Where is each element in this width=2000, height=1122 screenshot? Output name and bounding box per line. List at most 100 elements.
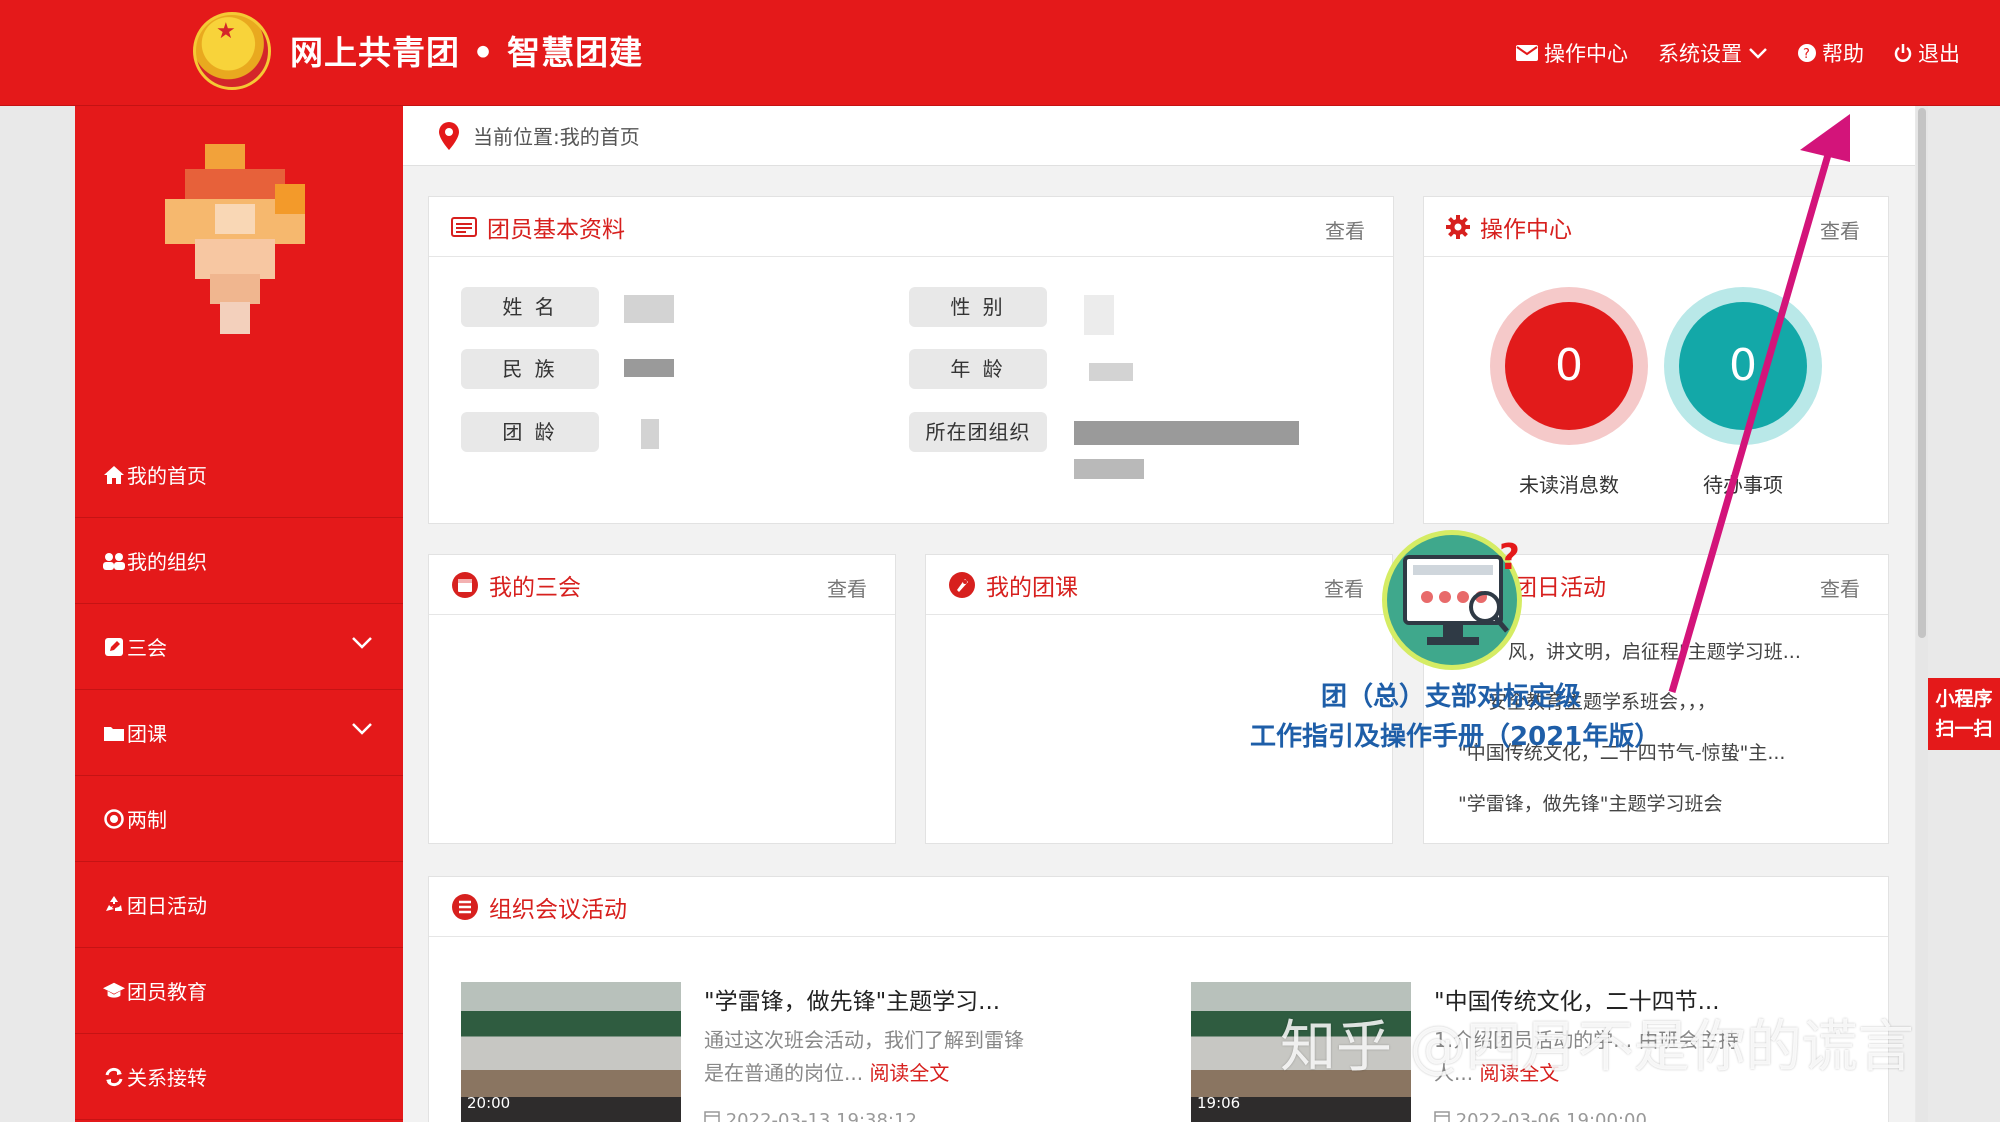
app-title: 网上共青团 • 智慧团建 <box>290 33 644 72</box>
scrollbar-thumb[interactable] <box>1918 108 1926 638</box>
nav-operation-center-label: 操作中心 <box>1544 42 1628 66</box>
mini-program-line1: 小程序 <box>1935 688 1993 710</box>
thumbnail-time: 20:00 <box>467 1094 511 1112</box>
sidebar-item-label: 团日活动 <box>127 894 207 918</box>
unread-messages-circle[interactable]: 0 <box>1490 287 1648 445</box>
league-age-value-redacted <box>641 419 659 449</box>
sidebar: 我的首页 我的组织 三会 团课 两制 团日活动 团员教育 关系接转 <box>75 106 403 1122</box>
location-pin-icon <box>439 121 459 150</box>
nav-logout[interactable]: 退出 <box>1894 38 1960 68</box>
nav-help[interactable]: ? 帮助 <box>1798 38 1864 68</box>
id-card-icon <box>451 216 477 237</box>
sidebar-item-sanhui[interactable]: 三会 <box>75 604 403 690</box>
meeting-description-text: 通过这次班会活动，我们了解到雷锋是在普通的岗位... <box>704 1028 1024 1085</box>
todo-count: 0 <box>1679 302 1807 430</box>
tuanke-view-link[interactable]: 查看 <box>1324 573 1364 602</box>
calendar-icon <box>451 571 479 599</box>
sanhui-panel: 我的三会 查看 <box>428 554 896 844</box>
tuanri-panel-title: 团日活动 <box>1514 574 1606 601</box>
operation-panel-title: 操作中心 <box>1480 216 1572 243</box>
name-value-redacted <box>624 295 674 323</box>
todo-items-circle[interactable]: 0 <box>1664 287 1822 445</box>
sidebar-item-transfer[interactable]: 关系接转 <box>75 1034 403 1120</box>
ethnicity-label: 民 族 <box>461 349 599 389</box>
sanhui-view-link[interactable]: 查看 <box>827 573 867 602</box>
sidebar-item-education[interactable]: 团员教育 <box>75 948 403 1034</box>
mini-program-line2: 扫一扫 <box>1935 718 1993 740</box>
age-value-redacted <box>1089 363 1133 381</box>
meeting-date-text: 2022-03-13 19:38:12 <box>725 1110 917 1122</box>
operation-view-link[interactable]: 查看 <box>1820 215 1860 244</box>
meeting-title[interactable]: "学雷锋，做先锋"主题学习... <box>704 982 1000 1016</box>
svg-text:?: ? <box>1499 537 1520 578</box>
rocket-icon <box>948 571 976 599</box>
tuanri-item[interactable]: "学雷锋，做先锋"主题学习班会 <box>1458 789 1722 816</box>
sidebar-item-tuanri[interactable]: 团日活动 <box>75 862 403 948</box>
chevron-down-icon <box>352 637 372 649</box>
nav-system-settings-label: 系统设置 <box>1658 42 1742 66</box>
ethnicity-value-redacted <box>624 359 674 377</box>
folder-icon <box>103 722 125 744</box>
refresh-icon <box>103 1066 125 1088</box>
nav-help-label: 帮助 <box>1822 42 1864 66</box>
unread-count: 0 <box>1505 302 1633 430</box>
tuanke-panel-header: 我的团课 查看 <box>926 555 1392 615</box>
main-content: 当前位置:我的首页 团员基本资料 查看 姓 名 性 别 民 族 年 龄 团 龄 … <box>403 106 1915 1122</box>
chevron-down-icon <box>352 723 372 735</box>
sanhui-panel-header: 我的三会 查看 <box>429 555 895 615</box>
tuanri-view-link[interactable]: 查看 <box>1820 573 1860 602</box>
gender-value-redacted <box>1084 295 1114 335</box>
help-icon: ? <box>1798 44 1816 62</box>
profile-panel-header: 团员基本资料 查看 <box>429 197 1393 257</box>
read-more-link[interactable]: 阅读全文 <box>869 1061 949 1085</box>
league-logo <box>193 12 271 90</box>
thumbnail-time: 19:06 <box>1197 1094 1241 1112</box>
meeting-card[interactable]: 20:00 "学雷锋，做先锋"主题学习... 通过这次班会活动，我们了解到雷锋是… <box>461 982 1161 1122</box>
sidebar-item-organization[interactable]: 我的组织 <box>75 518 403 604</box>
sidebar-item-home[interactable]: 我的首页 <box>75 432 403 518</box>
users-icon <box>103 550 125 572</box>
home-icon <box>103 464 125 486</box>
avatar[interactable] <box>165 144 305 334</box>
organization-value-redacted-2 <box>1074 459 1144 479</box>
recycle-icon <box>103 894 125 916</box>
organization-value-redacted <box>1074 421 1299 445</box>
graduation-cap-icon <box>103 980 125 1002</box>
league-age-label: 团 龄 <box>461 412 599 452</box>
meeting-date: 2022-03-13 19:38:12 <box>704 1110 917 1122</box>
gender-label: 性 别 <box>909 287 1047 327</box>
nav-system-settings[interactable]: 系统设置 <box>1658 38 1768 68</box>
manual-monitor-icon: ? <box>1382 530 1522 670</box>
nav-operation-center[interactable]: 操作中心 <box>1516 38 1628 68</box>
list-icon <box>451 893 479 921</box>
meetings-panel-header: 组织会议活动 <box>429 877 1888 937</box>
meetings-panel-title: 组织会议活动 <box>489 896 627 923</box>
meetings-panel: 组织会议活动 20:00 "学雷锋，做先锋"主题学习... 通过这次班会活动，我… <box>428 876 1889 1122</box>
sidebar-item-label: 我的组织 <box>127 550 207 574</box>
operation-panel-header: 操作中心 查看 <box>1424 197 1888 257</box>
top-nav: 操作中心 系统设置 ? 帮助 退出 <box>1516 38 1960 68</box>
meeting-thumbnail[interactable]: 20:00 <box>461 982 681 1122</box>
meeting-description: 通过这次班会活动，我们了解到雷锋是在普通的岗位... 阅读全文 <box>704 1024 1034 1090</box>
sidebar-item-label: 团员教育 <box>127 980 207 1004</box>
tuanke-panel-title: 我的团课 <box>986 574 1078 601</box>
manual-title-line1: 团（总）支部对标定级 <box>1321 682 1582 712</box>
page-scrollbar[interactable] <box>1916 106 1928 1122</box>
profile-panel-title: 团员基本资料 <box>487 216 625 243</box>
profile-panel: 团员基本资料 查看 姓 名 性 别 民 族 年 龄 团 龄 所在团组织 <box>428 196 1394 524</box>
envelope-icon <box>1516 45 1538 61</box>
tuanri-item[interactable]: 风，讲文明，启征程"主题学习班... <box>1508 637 1801 664</box>
chevron-down-icon <box>1749 48 1767 59</box>
nav-logout-label: 退出 <box>1918 42 1960 66</box>
gear-icon <box>1446 214 1470 239</box>
profile-view-link[interactable]: 查看 <box>1325 215 1365 244</box>
organization-label: 所在团组织 <box>909 412 1047 452</box>
mini-program-tab[interactable]: 小程序 扫一扫 <box>1928 678 2000 750</box>
sidebar-item-label: 团课 <box>127 722 167 746</box>
sidebar-item-label: 三会 <box>127 636 167 660</box>
sidebar-item-label: 关系接转 <box>127 1066 207 1090</box>
sidebar-item-tuanke[interactable]: 团课 <box>75 690 403 776</box>
sidebar-item-label: 两制 <box>127 808 167 832</box>
target-icon <box>103 808 125 830</box>
sidebar-item-liangzhi[interactable]: 两制 <box>75 776 403 862</box>
